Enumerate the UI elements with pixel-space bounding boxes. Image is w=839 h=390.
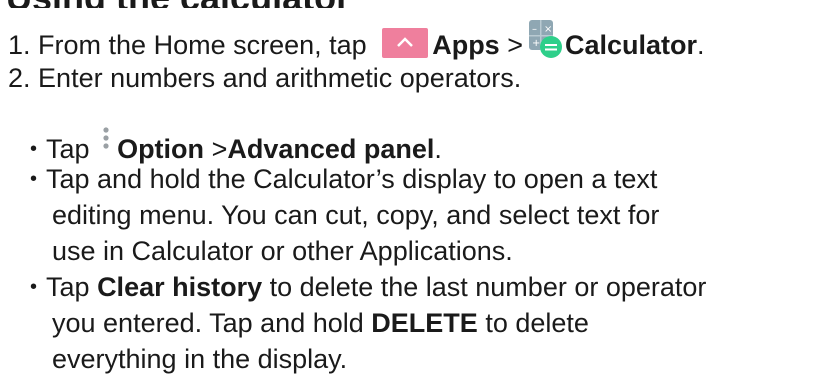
step-2: 2. Enter numbers and arithmetic operator… <box>8 62 521 94</box>
bullet-3-line-3-row: everything in the display. <box>52 343 347 375</box>
step-2-text: Enter numbers and arithmetic operators. <box>38 63 522 93</box>
bullet-2-line-2-row: editing menu. You can cut, copy, and sel… <box>52 199 659 231</box>
apps-chevron-icon <box>382 28 429 58</box>
bullet-item-display: • Tap and hold the Calculator’s display t… <box>30 163 657 198</box>
delete-label: DELETE <box>371 308 478 338</box>
step-1-text: From the Home screen, tap <box>38 30 367 60</box>
calculator-icon: – × + <box>523 20 563 60</box>
heading-clip: Using the calculator <box>0 0 839 8</box>
bullet-3-line-2-row: you entered. Tap and hold DELETE to dele… <box>52 307 589 339</box>
step-1: 1. From the Home screen, tap Apps > – × … <box>8 20 705 61</box>
bullet-marker: • <box>30 168 38 190</box>
bullet-marker: • <box>30 138 38 160</box>
bullet-item-clear-history: • Tap Clear history to delete the last nu… <box>30 271 706 306</box>
section-heading: Using the calculator <box>6 0 350 8</box>
step-1-number: 1. <box>8 30 31 60</box>
bullet-1-tap: Tap <box>46 134 90 164</box>
clear-history-label: Clear history <box>97 272 263 302</box>
bullet-2-line-2: editing menu. You can cut, copy, and sel… <box>52 200 660 230</box>
calculator-label: Calculator <box>565 30 698 60</box>
option-menu-icon <box>101 126 111 156</box>
apps-label: Apps <box>432 30 500 60</box>
step-2-number: 2. <box>8 63 31 93</box>
bullet-3-line-2-rest: to delete <box>485 308 589 338</box>
bullet-2-line-3-row: use in Calculator or other Applications. <box>52 235 513 267</box>
step-1-period: . <box>697 30 705 60</box>
bullet-3-line-1-rest: to delete the last number or operator <box>269 272 707 302</box>
bullet-1-period: . <box>434 134 442 164</box>
svg-text:+: + <box>532 38 540 49</box>
bullet-2-line-3: use in Calculator or other Applications. <box>52 236 513 266</box>
svg-text:–: – <box>532 24 537 35</box>
bullet-1-separator: > <box>211 134 228 164</box>
bullet-2-line-1: Tap and hold the Calculator’s display to… <box>46 164 658 194</box>
bullet-marker: • <box>30 276 38 298</box>
bullet-item-option: • Tap Option >Advanced panel. <box>30 126 442 168</box>
bullet-3-tap: Tap <box>46 272 90 302</box>
svg-text:×: × <box>544 24 552 35</box>
step-1-separator: > <box>507 30 523 60</box>
advanced-panel-label: Advanced panel <box>227 134 435 164</box>
bullet-3-line-3: everything in the display. <box>52 344 348 374</box>
option-label: Option <box>117 134 205 164</box>
bullet-3-line-2-pre: you entered. Tap and hold <box>52 308 364 338</box>
